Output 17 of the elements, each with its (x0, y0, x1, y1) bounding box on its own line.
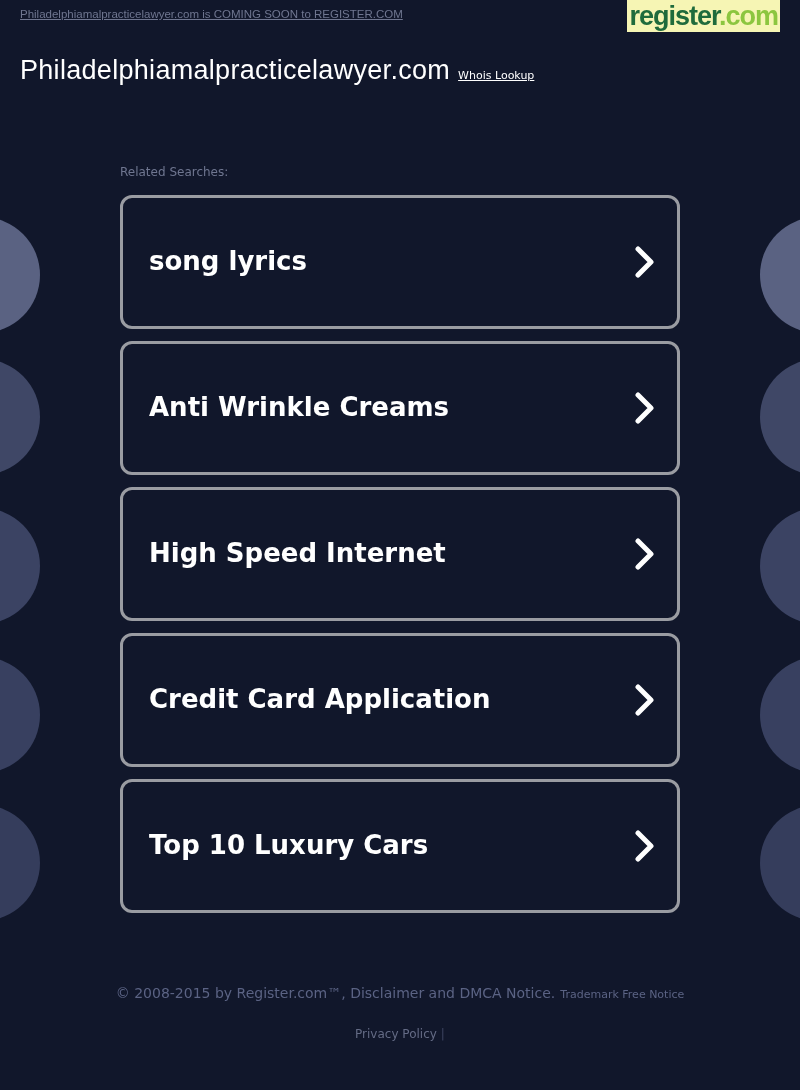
chevron-right-icon (635, 391, 655, 424)
chevron-right-icon (635, 537, 655, 570)
separator: | (440, 1026, 445, 1041)
chevron-right-icon (635, 829, 655, 862)
copyright-text: © 2008-2015 by Register.com™, Disclaimer and DMCA Notice. (115, 984, 556, 1001)
section-heading: Related Searches: (120, 163, 230, 181)
search-result-link[interactable]: song lyrics (120, 194, 680, 329)
coming-soon-link[interactable]: Philadelphiamalpracticelawyer.com is COMING SOON to REGISTER.COM (20, 6, 403, 24)
search-result-link[interactable]: High Speed Internet (120, 486, 680, 621)
whois-link[interactable]: Whois Lookup (458, 68, 535, 85)
logo[interactable]: register.com (627, 0, 780, 32)
domain-title: Philadelphiamalpracticelawyer.com (20, 54, 451, 87)
search-result-link[interactable]: Anti Wrinkle Creams (120, 340, 680, 475)
search-result-link[interactable]: Top 10 Luxury Cars (120, 778, 680, 913)
chevron-right-icon (635, 683, 655, 716)
chevron-right-icon (635, 245, 655, 278)
search-result-link[interactable]: Credit Card Application (120, 632, 680, 767)
